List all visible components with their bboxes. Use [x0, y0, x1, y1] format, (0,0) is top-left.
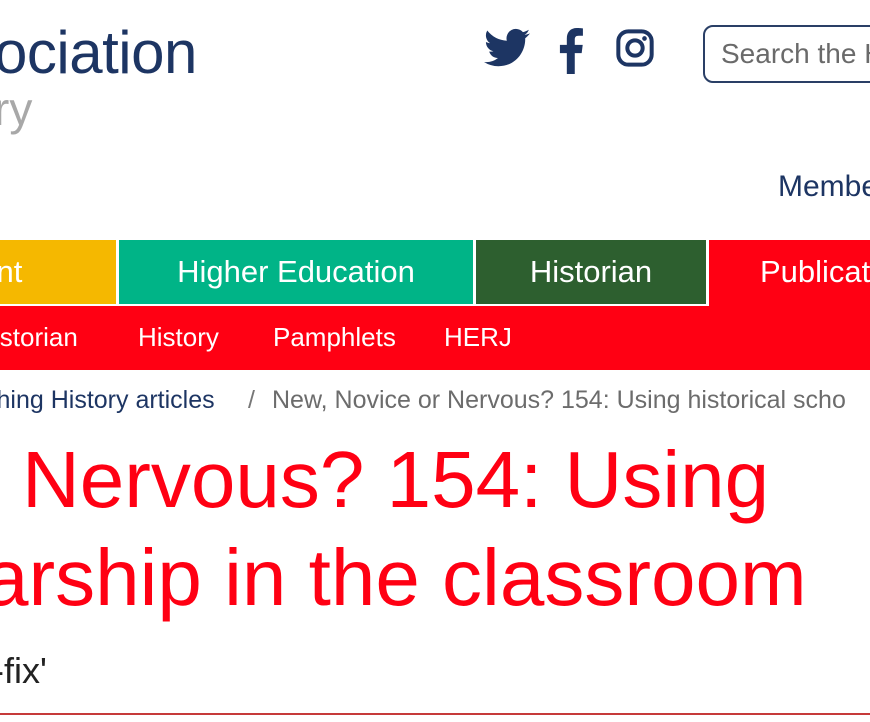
tab-student[interactable]: dent [0, 240, 116, 304]
tab-historian[interactable]: Historian [476, 240, 706, 304]
subnav-item-pamphlets[interactable]: Pamphlets [273, 306, 396, 370]
subnav-item-herj[interactable]: HERJ [444, 306, 512, 370]
search-input[interactable] [703, 25, 870, 83]
subnav-bar [0, 306, 870, 370]
subnav-item-historian[interactable]: istorian [0, 306, 78, 370]
breadcrumb-separator: / [248, 386, 255, 414]
logo-subtext: ry [0, 83, 33, 135]
breadcrumb-current: New, Novice or Nervous? 154: Using histo… [272, 386, 846, 414]
breadcrumb-link[interactable]: ching History articles [0, 386, 215, 415]
page-title-line-2: arship in the classroom [0, 533, 807, 622]
page-title-line-1: Nervous? 154: Using [22, 435, 770, 524]
tab-higher-education[interactable]: Higher Education [119, 240, 473, 304]
instagram-icon[interactable] [615, 28, 655, 74]
divider [0, 713, 870, 715]
member-link[interactable]: Membe [778, 170, 870, 204]
tab-publications[interactable]: Publicat [709, 240, 870, 306]
logo-text[interactable]: ociation [0, 18, 197, 87]
twitter-icon[interactable] [484, 28, 530, 74]
facebook-icon[interactable] [558, 28, 584, 74]
page-subtitle: -fix' [0, 650, 47, 691]
subnav-item-history[interactable]: History [138, 306, 219, 370]
